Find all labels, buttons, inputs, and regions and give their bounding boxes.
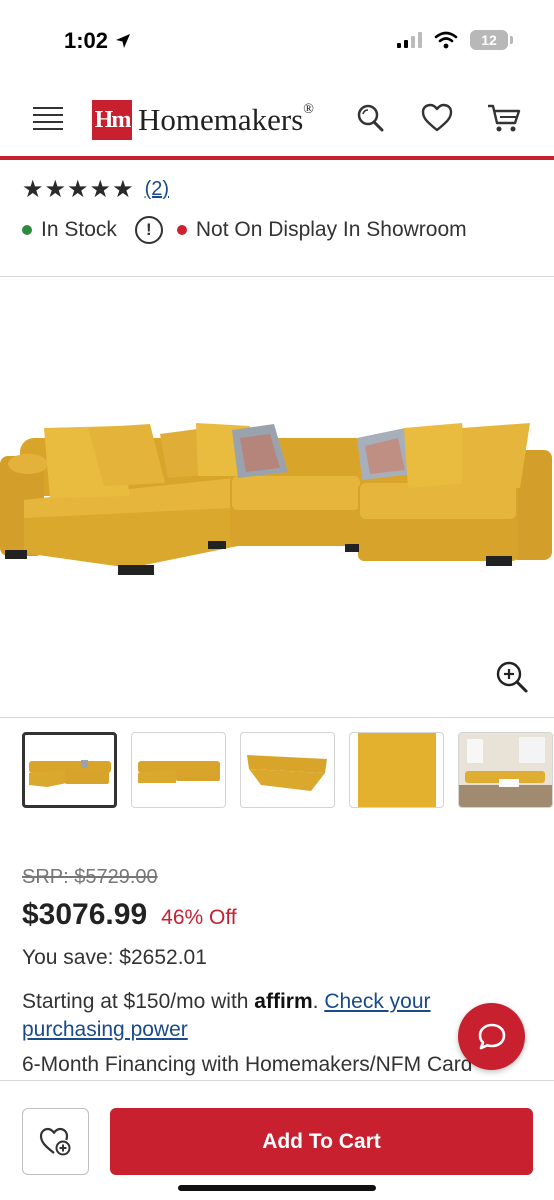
cart-icon xyxy=(488,104,521,132)
logo[interactable]: Hm Homemakers® xyxy=(92,100,314,140)
zoom-button[interactable] xyxy=(495,660,529,694)
stock-status: In Stock xyxy=(41,218,117,241)
thumbnail-2[interactable] xyxy=(131,732,226,808)
logo-text: Homemakers® xyxy=(138,102,314,138)
wishlist-header-button[interactable] xyxy=(419,100,455,136)
status-indicators: 12 xyxy=(396,30,513,50)
heart-plus-icon xyxy=(39,1127,70,1155)
logo-name: Homemakers xyxy=(138,102,304,137)
thumbnail-strip xyxy=(22,732,553,808)
add-to-cart-button[interactable]: Add To Cart xyxy=(110,1108,533,1175)
thumbnail-sofa-image xyxy=(247,755,327,791)
sale-price: $3076.99 xyxy=(22,898,148,931)
divider xyxy=(0,276,554,277)
room-scene-image xyxy=(459,733,552,807)
rating-row: ★★★★★ (2) xyxy=(22,175,169,204)
hamburger-icon xyxy=(33,107,63,130)
discount-badge: 46% Off xyxy=(161,906,237,929)
home-indicator xyxy=(178,1185,376,1191)
thumbnail-3[interactable] xyxy=(240,732,335,808)
search-button[interactable] xyxy=(350,100,386,136)
financing-text: Starting at $150/mo with xyxy=(22,990,255,1013)
not-on-display-dot xyxy=(176,225,187,235)
menu-button[interactable] xyxy=(32,102,64,134)
wifi-icon xyxy=(434,31,458,49)
affirm-logo: affirm xyxy=(254,990,313,1013)
location-arrow-icon xyxy=(116,34,131,48)
add-to-wishlist-button[interactable] xyxy=(22,1108,89,1175)
in-stock-dot xyxy=(22,225,32,235)
status-bar: 1:02 12 xyxy=(0,0,554,80)
site-header: Hm Homemakers® xyxy=(0,80,554,160)
chat-bubble-icon xyxy=(478,1023,505,1049)
cart-button[interactable] xyxy=(486,100,522,136)
search-icon xyxy=(357,104,384,132)
product-image[interactable] xyxy=(0,278,554,716)
thumbnail-sofa-image xyxy=(138,761,220,783)
thumbnail-1[interactable] xyxy=(22,732,117,808)
stock-row: In Stock ! Not On Display In Showroom xyxy=(22,216,467,244)
sectional-sofa-image xyxy=(0,423,552,575)
thumbnail-sofa-image xyxy=(29,760,111,787)
fabric-swatch-image xyxy=(358,733,436,807)
info-icon[interactable]: ! xyxy=(134,216,163,244)
clock: 1:02 xyxy=(64,28,109,53)
star-rating: ★★★★★ xyxy=(22,176,135,203)
savings-text: You save: $2652.01 xyxy=(22,946,207,969)
thumbnail-4[interactable] xyxy=(349,732,444,808)
review-count-link[interactable]: (2) xyxy=(145,178,169,201)
srp-price: SRP: $5729.00 xyxy=(22,866,158,888)
registered-mark: ® xyxy=(303,102,314,117)
price-row: $3076.99 46% Off xyxy=(22,898,237,932)
affirm-financing: Starting at $150/mo with affirm. Check y… xyxy=(22,990,431,1041)
zoom-in-icon xyxy=(496,661,528,693)
heart-icon xyxy=(421,103,453,132)
battery-icon: 12 xyxy=(470,30,513,50)
chat-button[interactable] xyxy=(458,1003,525,1070)
status-time: 1:02 xyxy=(64,28,132,54)
display-status: Not On Display In Showroom xyxy=(195,218,467,241)
thumbnail-5[interactable] xyxy=(458,732,553,808)
divider xyxy=(0,717,554,718)
bottom-action-bar: Add To Cart xyxy=(0,1080,554,1200)
logo-mark: Hm xyxy=(92,100,132,140)
signal-icon xyxy=(397,32,422,48)
